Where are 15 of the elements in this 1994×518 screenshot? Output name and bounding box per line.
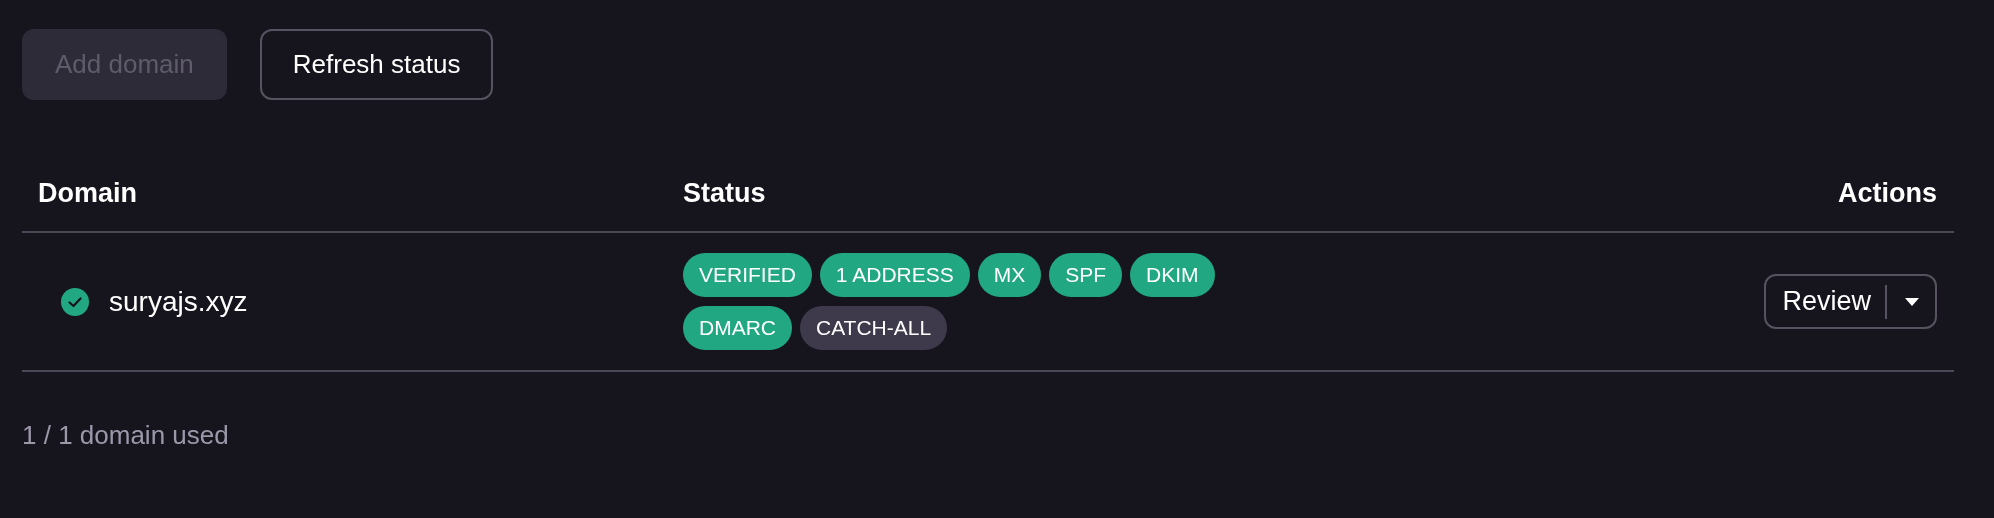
- status-tag: 1 ADDRESS: [819, 253, 970, 297]
- status-tag: MX: [977, 253, 1042, 297]
- column-header: Actions: [1837, 177, 1938, 209]
- review-split-button[interactable]: Review: [1764, 274, 1937, 329]
- refresh-status-button[interactable]: Refresh status: [259, 29, 494, 100]
- column-header: Domain: [37, 177, 138, 209]
- caret-icon[interactable]: [1905, 297, 1919, 306]
- status-tag: DKIM: [1130, 253, 1215, 297]
- domain-name: suryajs.xyz: [109, 285, 248, 318]
- status-tag: DMARC: [683, 306, 792, 350]
- status-tag: CATCH-ALL: [800, 306, 948, 350]
- column-header: Status: [683, 177, 767, 209]
- usage-text: 1 / 1 domain used: [22, 420, 230, 451]
- status-tag: SPF: [1049, 253, 1123, 297]
- status-tag: VERIFIED: [683, 253, 812, 297]
